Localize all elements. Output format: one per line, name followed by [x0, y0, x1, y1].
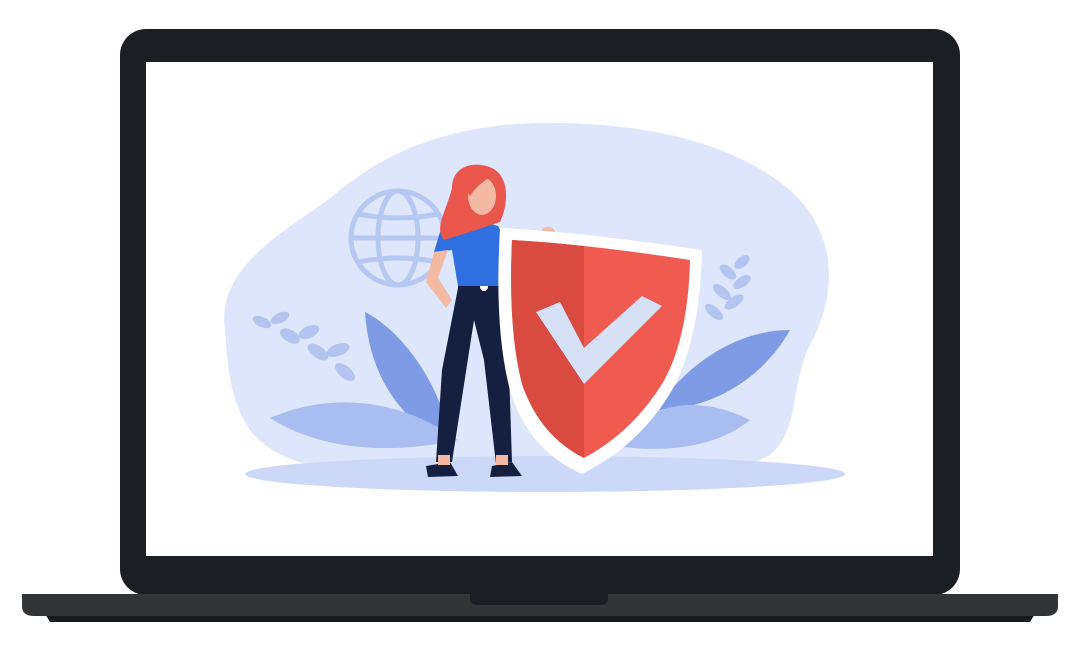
laptop-illustration	[0, 0, 1080, 667]
woman-ankle-right	[496, 455, 508, 465]
woman-ankle-left	[438, 455, 450, 465]
ground-shadow	[245, 456, 845, 492]
laptop-icon	[22, 29, 1058, 622]
laptop-notch	[470, 594, 608, 605]
